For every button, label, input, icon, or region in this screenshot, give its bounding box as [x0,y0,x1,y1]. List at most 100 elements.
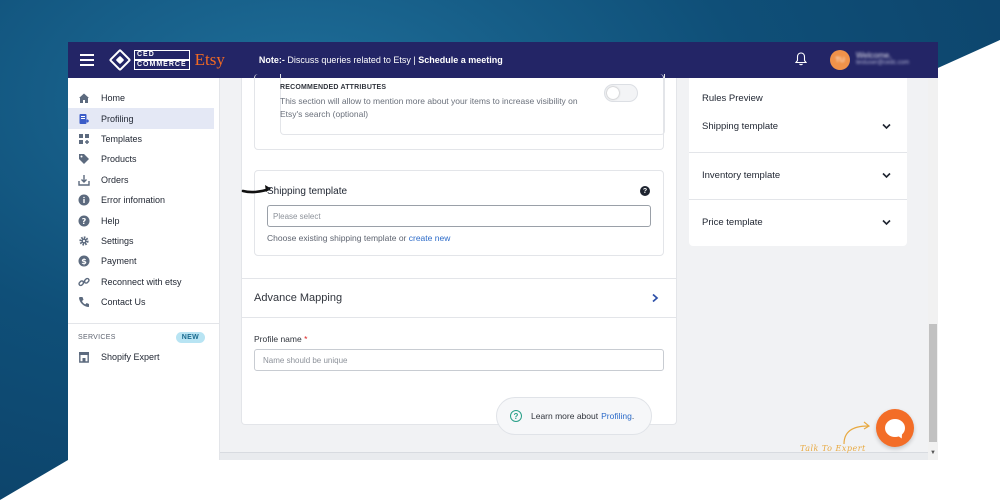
chevron-down-icon [882,172,891,179]
chat-bubble-icon [885,419,905,437]
notice-text: Discuss queries related to Etsy | [284,55,419,65]
learn-more-period: . [631,411,635,421]
learn-more-banner: ? Learn more about Profiling. [496,397,652,435]
profile-name-label: Profile name * [254,334,307,344]
chat-widget-button[interactable] [876,409,914,447]
new-badge: NEW [175,332,205,344]
tag-icon [78,153,90,165]
svg-text:?: ? [82,217,87,226]
profiling-icon [78,113,90,125]
sidebar-item-label: Contact Us [101,297,146,308]
notice-label: Note:- [258,55,285,65]
sidebar-item-products[interactable]: Products [68,149,219,169]
shipping-hint-text: Choose existing shipping template or [267,233,409,243]
recommended-attributes-title: RECOMMENDED ATTRIBUTES [280,84,387,91]
sidebar-item-label: Products [101,154,137,165]
shipping-template-title: Shipping template [267,186,348,197]
rules-preview-row-label: Price template [702,217,763,228]
rules-preview-inventory-template[interactable]: Inventory template [689,152,907,199]
advance-mapping-row[interactable]: Advance Mapping [242,278,676,318]
sidebar-item-label: Templates [101,133,143,144]
help-icon: ? [78,215,90,227]
sidebar-item-label: Orders [101,174,129,185]
logo-text-top: CED [134,50,190,60]
learn-more-text: Learn more about [531,411,599,421]
sidebar-item-home[interactable]: Home [68,88,219,108]
chevron-down-icon [882,219,891,226]
logo-text-bottom: COMMERCE [134,60,190,70]
services-label: SERVICES [78,334,116,342]
scroll-down-arrow-icon[interactable]: ▼ [930,450,936,456]
phone-icon [78,296,90,308]
sidebar-item-shopify-expert[interactable]: Shopify Expert [68,347,219,367]
rules-preview-row-label: Shipping template [702,121,779,132]
info-icon [78,194,90,206]
talk-to-expert-label: Talk To Expert [800,444,866,453]
create-new-link[interactable]: create new [409,233,451,243]
welcome-user[interactable]: Welcome, testuser@cedc.com [856,51,909,66]
logo-brand: Etsy [194,50,225,69]
rules-preview-panel: Rules Preview Shipping template Inventor… [689,78,907,246]
sidebar-item-error-information[interactable]: Error infomation [68,190,219,210]
profile-name-label-text: Profile name [254,334,302,344]
home-icon [78,92,90,104]
sidebar-item-help[interactable]: ? Help [68,210,219,230]
sidebar-item-label: Error infomation [101,195,166,206]
svg-text:$: $ [81,257,87,266]
download-box-icon [78,174,90,186]
sidebar-item-payment[interactable]: $ Payment [68,251,219,271]
horizontal-scrollbar[interactable] [220,452,928,460]
shipping-template-card: Shipping template ? Please select Choose… [241,170,664,256]
top-bar: CED COMMERCE Etsy Note:- Discuss queries… [68,42,938,78]
sidebar-item-label: Shopify Expert [101,352,160,363]
sidebar-item-settings[interactable]: Settings [68,231,219,251]
profile-form-panel: RECOMMENDED ATTRIBUTES This section will… [241,74,677,425]
scrollbar-thumb[interactable] [929,324,937,442]
sidebar-item-label: Profiling [101,113,134,124]
rules-preview-price-template[interactable]: Price template [689,199,907,246]
services-header: SERVICES NEW [68,324,219,344]
rules-preview-row-label: Inventory template [702,170,781,181]
vertical-scrollbar[interactable]: ▼ [928,78,938,460]
welcome-sub: testuser@cedc.com [856,60,910,66]
sidebar-item-templates[interactable]: Templates [68,129,219,149]
templates-icon [78,133,90,145]
cedcommerce-etsy-logo[interactable]: CED COMMERCE Etsy [108,48,225,72]
notice-bar: Note:- Discuss queries related to Etsy |… [259,55,503,65]
sidebar-item-profiling[interactable]: Profiling [68,108,214,129]
store-icon [78,351,90,364]
sidebar-item-label: Help [101,215,120,226]
link-icon [78,276,90,288]
bell-icon[interactable] [795,52,807,66]
sidebar-item-orders[interactable]: Orders [68,170,219,190]
rules-preview-shipping-template[interactable]: Shipping template [689,103,907,150]
chevron-right-icon [652,293,659,303]
sidebar-item-label: Home [101,93,126,104]
welcome-text: Welcome, [856,51,892,60]
sidebar-item-contact-us[interactable]: Contact Us [68,292,219,312]
sidebar-item-label: Payment [101,256,137,267]
schedule-meeting-link[interactable]: Schedule a meeting [418,55,503,65]
recommended-attributes-toggle[interactable] [604,84,638,102]
sidebar-item-label: Reconnect with etsy [101,276,182,287]
avatar[interactable]: TU [830,50,850,70]
gear-icon [78,235,90,247]
question-circle-icon: ? [510,410,522,422]
shipping-template-hint: Choose existing shipping template or cre… [267,233,450,243]
help-circle-icon[interactable]: ? [640,186,650,196]
dollar-icon: $ [78,255,90,267]
shipping-template-select[interactable]: Please select [267,205,651,227]
curved-arrow-icon [843,421,871,445]
logo-text: CED COMMERCE [134,50,190,70]
avatar-initials: TU [835,56,845,64]
sidebar-item-reconnect[interactable]: Reconnect with etsy [68,272,219,292]
profile-name-input[interactable]: Name should be unique [254,349,664,371]
profiling-link[interactable]: Profiling [601,411,632,421]
sidebar: Home Profiling Templates Products Orders… [68,78,220,460]
required-asterisk: * [304,334,308,344]
hamburger-menu-icon[interactable] [80,54,94,66]
app-window: CED COMMERCE Etsy Note:- Discuss queries… [68,42,938,460]
logo-mark-icon [108,48,132,72]
advance-mapping-label: Advance Mapping [254,292,343,304]
sidebar-item-label: Settings [101,235,134,246]
